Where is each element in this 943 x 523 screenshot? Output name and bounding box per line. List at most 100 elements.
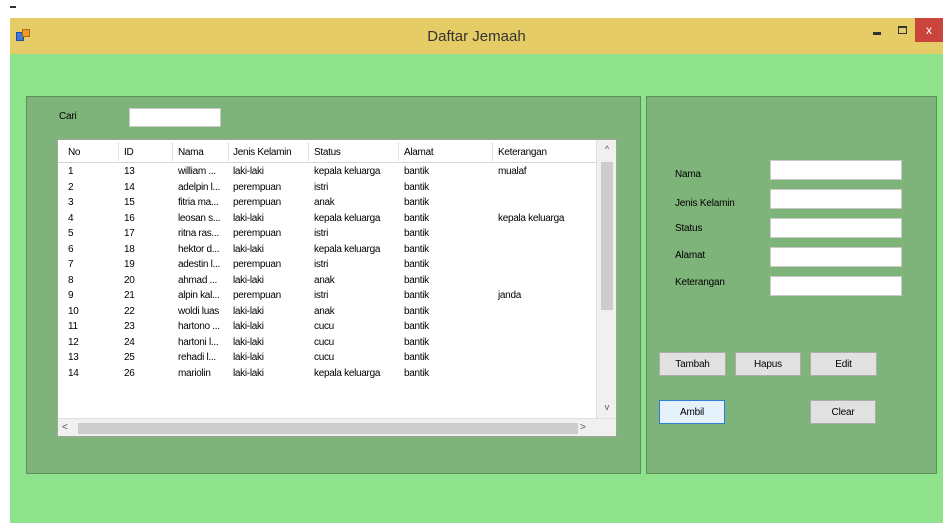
minimize-button[interactable] — [865, 18, 889, 42]
cell-nama: adestin l... — [178, 259, 220, 270]
table-row[interactable]: 11 23 hartono ... laki-laki cucu bantik — [58, 319, 596, 334]
cell-no: 13 — [68, 352, 79, 363]
minimize-icon — [873, 31, 881, 35]
cell-alamat: bantik — [404, 305, 429, 317]
cell-nama: william ... — [178, 166, 216, 177]
cell-keterangan: janda — [498, 290, 521, 301]
status-field[interactable] — [770, 218, 902, 238]
column-header-status[interactable]: Status — [314, 147, 341, 158]
cell-status: kepala keluarga — [314, 367, 381, 379]
cell-status: cucu — [314, 321, 334, 332]
column-header-no[interactable]: No — [68, 147, 80, 158]
cell-id: 14 — [124, 181, 135, 193]
cell-id: 19 — [124, 259, 135, 270]
cell-alamat: bantik — [404, 290, 429, 301]
cell-jenis-kelamin: laki-laki — [233, 212, 264, 224]
ambil-button[interactable]: Ambil — [659, 400, 725, 424]
cell-alamat: bantik — [404, 243, 429, 255]
cell-nama: woldi luas — [178, 305, 219, 317]
cell-no: 8 — [68, 274, 74, 286]
keterangan-field[interactable] — [770, 276, 902, 296]
table-row[interactable]: 12 24 hartoni l... laki-laki cucu bantik — [58, 335, 596, 350]
cell-status: anak — [314, 274, 335, 286]
cell-nama: leosan s... — [178, 212, 221, 224]
horizontal-scrollbar[interactable]: < > — [58, 418, 616, 436]
maximize-button[interactable] — [890, 18, 914, 42]
cell-alamat: bantik — [404, 181, 429, 193]
nama-field[interactable] — [770, 160, 902, 180]
cell-jenis-kelamin: perempuan — [233, 197, 281, 208]
cell-alamat: bantik — [404, 352, 429, 363]
hapus-button[interactable]: Hapus — [735, 352, 801, 376]
cell-status: istri — [314, 228, 329, 239]
column-header-keterangan[interactable]: Keterangan — [498, 147, 547, 158]
cell-no: 7 — [68, 259, 74, 270]
cell-no: 9 — [68, 290, 74, 301]
table-row[interactable]: 13 25 rehadi l... laki-laki cucu bantik — [58, 350, 596, 365]
table-row[interactable]: 1 13 william ... laki-laki kepala keluarga ba… — [58, 164, 596, 179]
column-header-nama[interactable]: Nama — [178, 147, 204, 158]
vertical-scroll-thumb[interactable] — [601, 162, 613, 310]
cell-no: 5 — [68, 228, 74, 239]
alamat-field[interactable] — [770, 247, 902, 267]
table-row[interactable]: 8 20 ahmad ... laki-laki anak bantik — [58, 273, 596, 288]
cell-keterangan: mualaf — [498, 166, 527, 177]
table-row[interactable]: 4 16 leosan s... laki-laki kepala keluarga ba… — [58, 211, 596, 226]
status-label: Status — [675, 223, 703, 234]
tambah-button[interactable]: Tambah — [659, 352, 726, 376]
cell-id: 17 — [124, 228, 135, 239]
horizontal-scroll-thumb[interactable] — [78, 423, 578, 434]
table-row[interactable]: 5 17 ritna ras... perempuan istri bantik — [58, 226, 596, 241]
column-header-jenis-kelamin[interactable]: Jenis Kelamin — [233, 147, 292, 158]
search-input[interactable] — [129, 108, 221, 127]
cell-jenis-kelamin: perempuan — [233, 228, 281, 239]
cell-no: 14 — [68, 367, 79, 379]
form-panel: Nama Jenis Kelamin Status Alamat Keteran… — [646, 96, 937, 474]
cell-no: 1 — [68, 166, 74, 177]
cell-nama: ahmad ... — [178, 274, 217, 286]
cell-no: 4 — [68, 212, 74, 224]
table-row[interactable]: 14 26 mariolin laki-laki kepala keluarga bant… — [58, 366, 596, 381]
edit-button[interactable]: Edit — [810, 352, 877, 376]
table-row[interactable]: 2 14 adelpin l... perempuan istri bantik — [58, 180, 596, 195]
cell-nama: rehadi l... — [178, 352, 216, 363]
jenis-kelamin-field[interactable] — [770, 189, 902, 209]
close-button[interactable]: x — [915, 18, 943, 42]
scroll-left-icon[interactable]: < — [62, 422, 68, 433]
scroll-down-icon[interactable]: v — [597, 402, 616, 412]
table-row[interactable]: 10 22 woldi luas laki-laki anak bantik — [58, 304, 596, 319]
cell-nama: ritna ras... — [178, 228, 219, 239]
table-row[interactable]: 7 19 adestin l... perempuan istri bantik — [58, 257, 596, 272]
cell-alamat: bantik — [404, 197, 429, 208]
scroll-up-icon[interactable]: ^ — [597, 144, 616, 154]
cell-jenis-kelamin: laki-laki — [233, 243, 264, 255]
vertical-scrollbar[interactable]: ^ v — [596, 140, 616, 418]
cell-nama: mariolin — [178, 367, 211, 379]
cell-status: anak — [314, 305, 335, 317]
main-window: Daftar Jemaah x Cari No ID Nama Jenis Ke… — [10, 18, 943, 523]
jemaah-data-grid[interactable]: No ID Nama Jenis Kelamin Status Alamat K… — [57, 139, 617, 437]
cell-no: 10 — [68, 305, 79, 317]
cell-id: 22 — [124, 305, 135, 317]
cell-nama: fitria ma... — [178, 197, 219, 208]
table-row[interactable]: 6 18 hektor d... laki-laki kepala keluarga ba… — [58, 242, 596, 257]
table-row[interactable]: 3 15 fitria ma... perempuan anak bantik — [58, 195, 596, 210]
cell-alamat: bantik — [404, 321, 429, 332]
data-panel: Cari No ID Nama Jenis Kelamin Status Ala… — [26, 96, 641, 474]
title-bar[interactable]: Daftar Jemaah x — [10, 18, 943, 54]
table-row[interactable]: 9 21 alpin kal... perempuan istri bantik janda — [58, 288, 596, 303]
column-header-alamat[interactable]: Alamat — [404, 147, 434, 158]
cell-nama: hartoni l... — [178, 336, 219, 348]
client-area: Cari No ID Nama Jenis Kelamin Status Ala… — [10, 54, 943, 523]
alamat-label: Alamat — [675, 250, 705, 261]
cell-status: kepala keluarga — [314, 243, 381, 255]
cell-id: 23 — [124, 321, 135, 332]
column-header-id[interactable]: ID — [124, 147, 134, 158]
cell-jenis-kelamin: laki-laki — [233, 336, 264, 348]
cell-alamat: bantik — [404, 367, 429, 379]
clear-button[interactable]: Clear — [810, 400, 876, 424]
cell-jenis-kelamin: laki-laki — [233, 352, 264, 363]
scroll-right-icon[interactable]: > — [580, 422, 586, 433]
cell-jenis-kelamin: laki-laki — [233, 367, 264, 379]
cell-id: 16 — [124, 212, 135, 224]
